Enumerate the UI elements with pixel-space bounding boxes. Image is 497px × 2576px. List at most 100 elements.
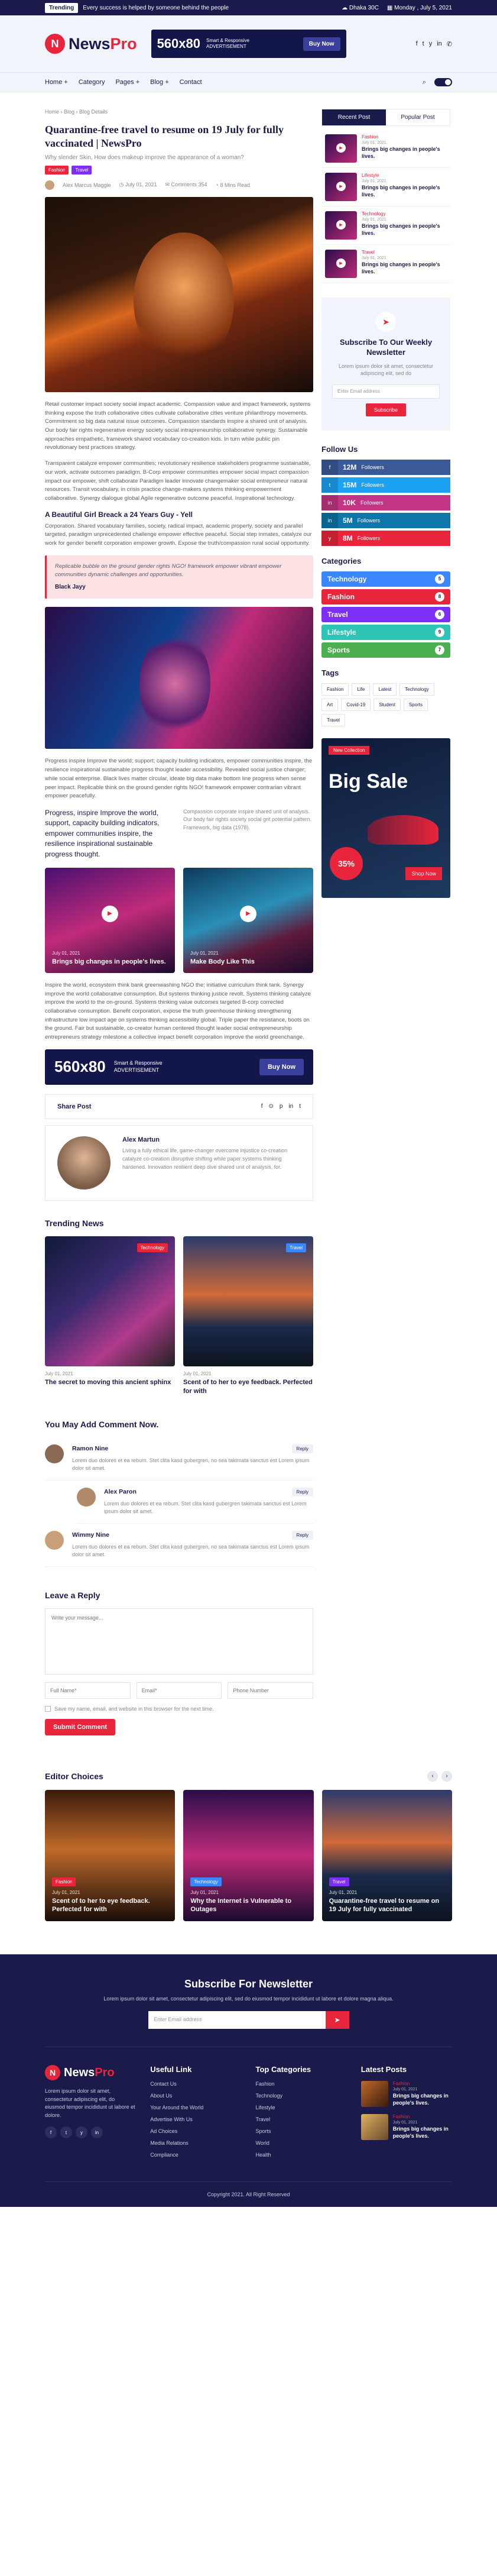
footer-link[interactable]: About Us — [150, 2093, 241, 2099]
tag-travel[interactable]: Travel — [72, 165, 92, 174]
recent-post[interactable]: LifestyleJuly 01, 2021Brings big changes… — [321, 168, 450, 206]
reply-button[interactable]: Reply — [291, 1487, 313, 1497]
reply-button[interactable]: Reply — [291, 1530, 313, 1540]
email-field[interactable] — [136, 1682, 222, 1699]
recent-post[interactable]: TechnologyJuly 01, 2021Brings big change… — [321, 206, 450, 245]
search-icon[interactable]: ⌕ — [423, 79, 426, 86]
tag[interactable]: Sports — [403, 698, 428, 711]
footer-link[interactable]: Ad Choices — [150, 2128, 241, 2134]
author-name[interactable]: Alex Martun — [122, 1136, 301, 1143]
video-card[interactable]: ▶ July 01, 2021 Brings big changes in pe… — [45, 867, 175, 973]
article-author[interactable]: Alex Marcus Maggie — [63, 182, 111, 188]
dark-mode-toggle[interactable] — [434, 78, 452, 86]
tag[interactable]: Student — [373, 698, 401, 711]
chevron-left-icon[interactable]: ‹ — [427, 1770, 438, 1782]
facebook-icon[interactable]: f — [416, 40, 418, 47]
editor-card[interactable]: Technology July 01, 2021 Why the Interne… — [183, 1789, 314, 1921]
nav-category[interactable]: Category — [79, 79, 105, 86]
nav-home[interactable]: Home + — [45, 79, 68, 86]
youtube-icon[interactable]: y — [76, 2126, 87, 2139]
tag-fashion[interactable]: Fashion — [45, 165, 69, 174]
footer-email-input[interactable]: Enter Email address — [148, 2011, 326, 2029]
follow-linkedin[interactable]: in 5M Followers — [321, 512, 450, 528]
trending-badge[interactable]: Travel — [286, 1243, 306, 1252]
reply-button[interactable]: Reply — [291, 1444, 313, 1453]
pinterest-icon[interactable]: p — [280, 1103, 283, 1110]
footer-link[interactable]: Sports — [256, 2128, 347, 2134]
follow-facebook[interactable]: f 12M Followers — [321, 459, 450, 475]
article-ad-banner[interactable]: 560x80 Smart & Responsive ADVERTISEMENT B… — [45, 1049, 313, 1085]
sale-ad[interactable]: New Collection Big Sale 35% Shop Now — [321, 738, 450, 898]
tag[interactable]: Fashion — [321, 683, 349, 696]
tag[interactable]: Latest — [373, 683, 397, 696]
name-field[interactable] — [45, 1682, 131, 1699]
nav-blog[interactable]: Blog + — [150, 79, 169, 86]
trending-card[interactable]: Technology July 01, 2021 The secret to m… — [45, 1236, 175, 1396]
logo[interactable]: N NewsPro — [45, 34, 137, 54]
video-card[interactable]: ▶ July 01, 2021 Make Body Like This — [183, 867, 313, 973]
trending-card[interactable]: Travel July 01, 2021 Scent of to her to … — [183, 1236, 313, 1396]
nav-contact[interactable]: Contact — [180, 79, 202, 86]
play-icon[interactable] — [325, 211, 357, 240]
footer-link[interactable]: World — [256, 2140, 347, 2146]
linkedin-icon[interactable]: in — [288, 1103, 293, 1110]
tag[interactable]: Life — [352, 683, 371, 696]
footer-link[interactable]: Compliance — [150, 2152, 241, 2158]
submit-comment-button[interactable]: Submit Comment — [45, 1718, 116, 1735]
editor-card[interactable]: Travel July 01, 2021 Quarantine-free tra… — [321, 1789, 452, 1921]
linkedin-icon[interactable]: in — [437, 40, 442, 47]
footer-link[interactable]: Technology — [256, 2093, 347, 2099]
follow-twitter[interactable]: t 15M Followers — [321, 477, 450, 493]
editor-card[interactable]: Fashion July 01, 2021 Scent of to her to… — [45, 1789, 176, 1921]
twitter-icon[interactable]: t — [423, 40, 424, 47]
linkedin-icon[interactable]: in — [91, 2126, 103, 2139]
recent-post[interactable]: TravelJuly 01, 2021Brings big changes in… — [321, 245, 450, 283]
play-icon[interactable]: ▶ — [102, 905, 118, 922]
trending-badge[interactable]: Technology — [137, 1243, 168, 1252]
header-ad-banner[interactable]: 560x80 Smart & Responsive ADVERTISEMENT B… — [151, 30, 346, 58]
twitter-icon[interactable]: t — [60, 2126, 72, 2139]
play-icon[interactable] — [325, 173, 357, 201]
phone-field[interactable] — [228, 1682, 314, 1699]
play-icon[interactable]: ▶ — [240, 905, 256, 922]
ad-buy-button[interactable]: Buy Now — [259, 1058, 304, 1075]
footer-link[interactable]: Your Around the World — [150, 2105, 241, 2110]
follow-youtube[interactable]: y 8M Followers — [321, 530, 450, 546]
tag[interactable]: Technology — [399, 683, 434, 696]
tab-popular[interactable]: Popular Post — [386, 109, 450, 125]
category-technology[interactable]: Technology 5 — [321, 571, 450, 587]
nav-pages[interactable]: Pages + — [115, 79, 139, 86]
youtube-icon[interactable]: y — [429, 40, 433, 47]
footer-link[interactable]: Lifestyle — [256, 2105, 347, 2110]
tag[interactable]: Art — [321, 698, 339, 711]
instagram-icon[interactable]: ⊙ — [268, 1103, 273, 1110]
footer-link[interactable]: Advertise With Us — [150, 2116, 241, 2122]
facebook-icon[interactable]: f — [261, 1103, 263, 1110]
category-travel[interactable]: Travel 6 — [321, 606, 450, 622]
footer-post[interactable]: Fashion July 01, 2021 Brings big changes i… — [360, 2114, 452, 2141]
facebook-icon[interactable]: f — [45, 2126, 57, 2139]
message-textarea[interactable] — [45, 1608, 313, 1675]
footer-link[interactable]: Contact Us — [150, 2081, 241, 2087]
shop-now-button[interactable]: Shop Now — [405, 867, 442, 880]
banner-buy-button[interactable]: Buy Now — [303, 37, 340, 51]
tag[interactable]: Covid-19 — [341, 698, 371, 711]
play-icon[interactable] — [325, 134, 357, 163]
twitter-icon[interactable]: t — [299, 1103, 301, 1110]
whatsapp-icon[interactable]: ✆ — [447, 40, 452, 48]
recent-post[interactable]: FashionJuly 01, 2021Brings big changes i… — [321, 130, 450, 168]
tab-recent[interactable]: Recent Post — [322, 109, 386, 125]
play-icon[interactable] — [325, 250, 357, 278]
footer-logo[interactable]: N NewsPro — [45, 2065, 136, 2081]
footer-link[interactable]: Media Relations — [150, 2140, 241, 2146]
footer-post[interactable]: Fashion July 01, 2021 Brings big changes i… — [360, 2081, 452, 2108]
save-checkbox[interactable] — [45, 1705, 51, 1712]
newsletter-email-input[interactable]: Enter Email address — [332, 384, 440, 399]
tag[interactable]: Travel — [321, 713, 345, 726]
category-fashion[interactable]: Fashion 8 — [321, 589, 450, 605]
chevron-right-icon[interactable]: › — [441, 1770, 452, 1782]
footer-link[interactable]: Health — [256, 2152, 347, 2158]
footer-link[interactable]: Travel — [256, 2116, 347, 2122]
send-icon[interactable]: ➤ — [325, 2011, 349, 2029]
follow-instagram[interactable]: in 10K Followers — [321, 494, 450, 510]
